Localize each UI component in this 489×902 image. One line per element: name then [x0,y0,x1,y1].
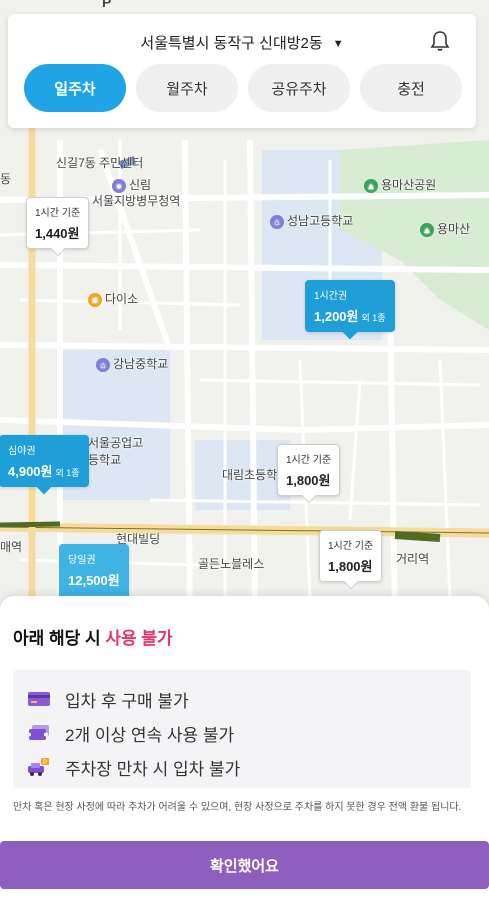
poi-label: 매역 [0,540,23,554]
location-text: 서울특별시 동작구 신대방2동 [140,35,323,52]
marker-price: 1,440원 [35,226,80,241]
marker-label: 1시간 기준 [35,208,81,219]
poi-label: ⌂ 강남중학교 [96,355,168,372]
parking-marker[interactable]: 당일권 12,500원 [59,544,129,604]
poi-label: ● 신림 [112,176,151,193]
poi-label: 신길7동 주민센터 [56,156,144,170]
caret-down-icon: ▼ [332,38,344,50]
location-filter-card: 서울특별시 동작구 신대방2동 ▼ 일주차 월주차 공유주차 충전 [8,14,476,128]
park-icon: ▲ [364,178,378,193]
tab-shared[interactable]: 공유주차 [248,64,350,112]
tab-monthly[interactable]: 월주차 [136,64,238,112]
confirm-button[interactable]: 확인했어요 [0,841,489,889]
svg-text:P: P [43,760,47,766]
credit-card-icon [28,692,50,706]
poi-label: ■ 다이소 [88,290,138,307]
shop-icon: ■ [88,292,102,307]
mountain-icon: ▲ [420,222,434,237]
parking-marker[interactable]: 심야권 4,900원 외 1종 [0,435,89,487]
rule-item: 2개 이상 연속 사용 불가 [27,716,457,750]
parking-marker[interactable]: 1시간 기준 1,440원 [26,197,90,249]
parking-type-tabs: 일주차 월주차 공유주차 충전 [24,64,462,112]
poi-label: ⌂ 성남고등학교 [270,212,353,229]
tab-daily[interactable]: 일주차 [24,64,126,112]
parking-marker[interactable]: 1시간권 1,200원 외 1종 [305,280,395,332]
parking-sign-icon: P [102,0,112,10]
restriction-sheet: 아래 해당 시 사용 불가 입차 후 구매 불가 2개 이상 연속 사용 불가 … [0,596,489,902]
location-selector[interactable]: 서울특별시 동작구 신대방2동 ▼ [8,32,476,53]
poi-label: ▲ 용마산공원 [364,176,436,193]
parking-marker[interactable]: 1시간 기준 1,800원 [319,530,383,582]
poi-label: 거리역 [396,552,430,566]
notice-text: 만차 혹은 현장 사정에 따라 주차가 어려울 수 있으며, 현장 사정으로 주… [13,802,462,813]
marker-price: 1,800원 [328,559,373,574]
school-icon: ⌂ [270,214,284,229]
marker-price: 1,800원 [286,473,331,488]
poi-label: 골든노블레스 [198,557,265,571]
rule-text: 입차 후 구매 불가 [65,691,189,711]
marker-price: 4,900원 외 1종 [8,464,80,479]
poi-label: 동 [0,172,12,186]
subway-station-icon: ● [112,178,126,193]
tickets-icon [27,725,49,740]
rule-item: 입차 후 구매 불가 [27,682,457,716]
tab-charging[interactable]: 충전 [360,64,462,112]
rule-text: 주차장 만차 시 입차 불가 [65,759,241,779]
marker-label: 1시간권 [314,291,348,302]
rule-text: 2개 이상 연속 사용 불가 [65,725,235,745]
poi-label: 서울공업고등학교 [88,436,144,467]
marker-price: 12,500원 [68,573,120,588]
marker-label: 심야권 [8,446,36,457]
sheet-title: 아래 해당 시 사용 불가 [13,629,173,648]
car-parking-icon: P [28,758,49,776]
parking-marker[interactable]: 1시간 기준 1,800원 [277,444,341,496]
bell-icon[interactable] [430,30,450,52]
rule-item: P 주차장 만차 시 입차 불가 [27,750,457,784]
rules-box: 입차 후 구매 불가 2개 이상 연속 사용 불가 P 주차장 만차 시 입차 … [13,670,471,788]
school-icon: ⌂ [96,357,110,372]
marker-label: 1시간 기준 [286,455,332,466]
poi-label: 서울지방병무청역 [92,194,181,208]
poi-label: ▲ 용마산 [420,220,470,237]
marker-label: 1시간 기준 [328,541,374,552]
marker-price: 1,200원 외 1종 [314,309,386,324]
marker-label: 당일권 [68,555,96,566]
